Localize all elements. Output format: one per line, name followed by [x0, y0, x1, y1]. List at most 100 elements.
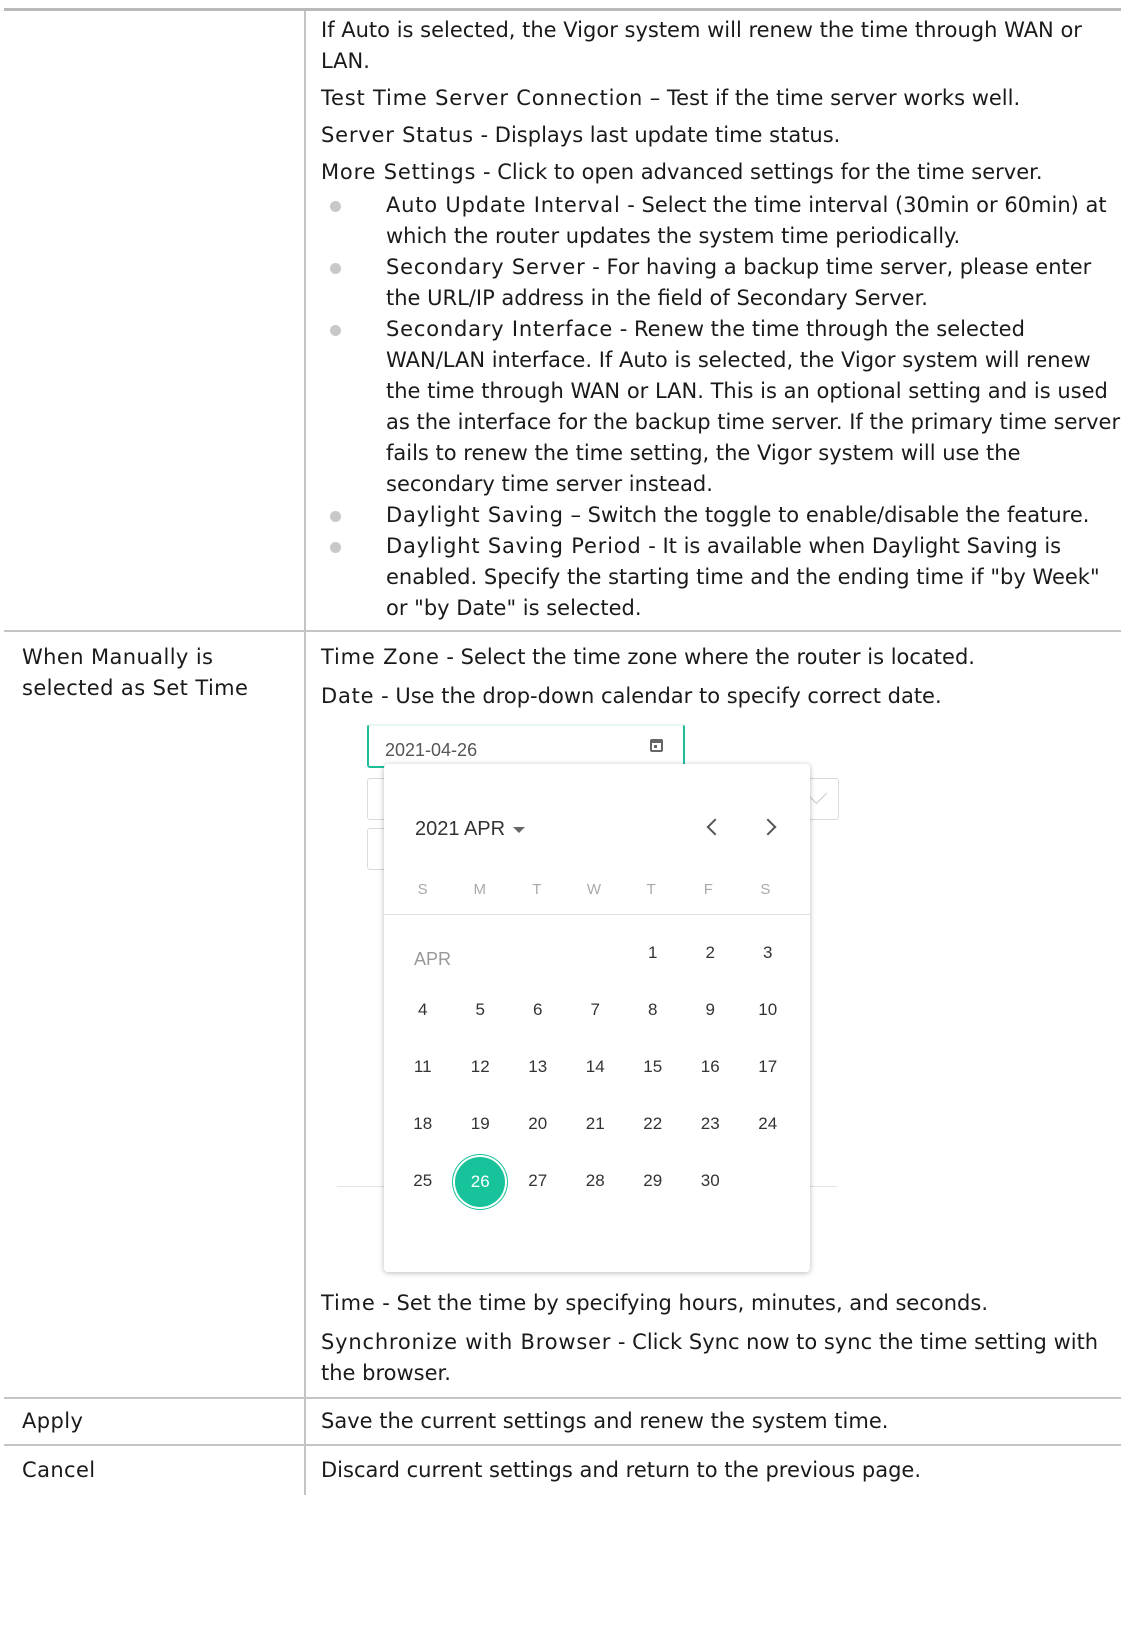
parameter-name: Apply	[4, 1399, 306, 1444]
day-number: 14	[585, 1057, 605, 1076]
parameter-description: Time Zone - Select the time zone where t…	[306, 632, 1121, 1397]
weekday-label: F	[703, 881, 713, 898]
day-number: 1	[648, 943, 658, 962]
calendar-day[interactable]: 24	[739, 1095, 797, 1152]
calendar-day[interactable]: 21	[567, 1095, 625, 1152]
description: - Renew the time through the selected WA…	[386, 317, 1121, 496]
day-number: 17	[758, 1057, 778, 1076]
month-selector[interactable]: 2021 APR	[415, 814, 526, 845]
day-number: 6	[533, 1000, 543, 1019]
day-number: 18	[413, 1114, 433, 1133]
calendar-day[interactable]: 19	[452, 1095, 510, 1152]
day-number: 22	[643, 1114, 663, 1133]
paragraph: Synchronize with Browser - Click Sync no…	[321, 1327, 1121, 1389]
calendar-day[interactable]: 30	[682, 1152, 740, 1209]
calendar-day-selected[interactable]: 26	[452, 1152, 510, 1209]
chevron-left-icon[interactable]	[702, 816, 724, 838]
term: Auto Update Interval	[386, 193, 621, 217]
day-number: 30	[700, 1171, 720, 1190]
date-picker-screenshot: 2021-04-26 2021 APR S M T W T F S APR 1 …	[327, 724, 847, 1276]
calendar-day[interactable]: 17	[739, 1038, 797, 1095]
day-number: 23	[700, 1114, 720, 1133]
calendar-day[interactable]: 7	[567, 981, 625, 1038]
table-row: Apply Save the current settings and rene…	[4, 1399, 1121, 1446]
day-number: 12	[470, 1057, 490, 1076]
calendar-day[interactable]: 10	[739, 981, 797, 1038]
calendar-day[interactable]: 13	[509, 1038, 567, 1095]
divider	[384, 914, 810, 915]
day-number: 5	[475, 1000, 485, 1019]
weekday-header: S M T W T F S	[394, 874, 794, 905]
calendar-day[interactable]: 22	[624, 1095, 682, 1152]
day-number: 24	[758, 1114, 778, 1133]
description: - Select the time zone where the router …	[439, 645, 975, 669]
day-number: 27	[528, 1171, 548, 1190]
bullet-icon	[330, 325, 341, 336]
paragraph: Time Zone - Select the time zone where t…	[321, 642, 1121, 673]
term: Secondary Interface	[386, 317, 614, 341]
calendar-day[interactable]: 4	[394, 981, 452, 1038]
calendar-day[interactable]: 14	[567, 1038, 625, 1095]
calendar-day[interactable]: 1	[624, 924, 682, 981]
calendar-day[interactable]: 28	[567, 1152, 625, 1209]
bullet-icon	[330, 511, 341, 522]
description: – Switch the toggle to enable/disable th…	[563, 503, 1090, 527]
day-number: 4	[418, 1000, 428, 1019]
parameter-name	[4, 11, 306, 630]
month-short-label: APR	[414, 949, 452, 969]
weekday-label: W	[586, 881, 602, 898]
paragraph: Server Status - Displays last update tim…	[321, 120, 1121, 151]
calendar-day[interactable]: 15	[624, 1038, 682, 1095]
term: Secondary Server	[386, 255, 586, 279]
month-label: 2021 APR	[415, 818, 506, 840]
list-item: Secondary Server - For having a backup t…	[321, 252, 1121, 314]
calendar-day[interactable]: 3	[739, 924, 797, 981]
calendar-day[interactable]: 25	[394, 1152, 452, 1209]
calendar-day[interactable]: 27	[509, 1152, 567, 1209]
calendar-day[interactable]: 2	[682, 924, 740, 981]
calendar-icon[interactable]	[650, 739, 663, 752]
calendar-day[interactable]: 11	[394, 1038, 452, 1095]
parameter-table: If Auto is selected, the Vigor system wi…	[4, 8, 1121, 1495]
caret-down-icon	[513, 826, 526, 833]
description: - Displays last update time status.	[473, 123, 841, 147]
bullet-icon	[330, 201, 341, 212]
day-number: 21	[585, 1114, 605, 1133]
calendar-day[interactable]: 6	[509, 981, 567, 1038]
day-number: 13	[528, 1057, 548, 1076]
term: Date	[321, 684, 375, 708]
day-number: 2	[705, 943, 715, 962]
calendar-popup: 2021 APR S M T W T F S APR 1 2 3 4 5 6 7 8 9 10 11…	[384, 764, 810, 1272]
date-value: 2021-04-26	[385, 740, 478, 760]
term: Time Zone	[321, 645, 440, 669]
bullet-icon	[330, 542, 341, 553]
list-item: Secondary Interface - Renew the time thr…	[321, 314, 1121, 500]
parameter-description: Save the current settings and renew the …	[321, 1409, 889, 1433]
calendar-day[interactable]: 12	[452, 1038, 510, 1095]
weekday-label: S	[760, 881, 771, 898]
day-number: 11	[413, 1057, 432, 1076]
term: Daylight Saving Period	[386, 534, 642, 558]
day-number: 19	[470, 1114, 490, 1133]
day-number: 29	[643, 1171, 663, 1190]
date-input[interactable]: 2021-04-26	[367, 724, 685, 768]
chevron-right-icon[interactable]	[760, 816, 782, 838]
parameter-name: Cancel	[4, 1446, 306, 1495]
calendar-day[interactable]: 9	[682, 981, 740, 1038]
day-number: 7	[590, 1000, 600, 1019]
description: - Use the drop-down calendar to specify …	[374, 684, 942, 708]
table-row: If Auto is selected, the Vigor system wi…	[4, 11, 1121, 632]
description: - Click to open advanced settings for th…	[476, 160, 1043, 184]
calendar-day[interactable]: 20	[509, 1095, 567, 1152]
calendar-day[interactable]: 23	[682, 1095, 740, 1152]
list-item: Daylight Saving – Switch the toggle to e…	[321, 500, 1121, 531]
day-number: 28	[585, 1171, 605, 1190]
calendar-day[interactable]: 8	[624, 981, 682, 1038]
calendar-day[interactable]: 29	[624, 1152, 682, 1209]
calendar-day[interactable]: 18	[394, 1095, 452, 1152]
term: Test Time Server Connection	[321, 86, 644, 110]
parameter-description: Discard current settings and return to t…	[321, 1458, 922, 1482]
calendar-day[interactable]: 16	[682, 1038, 740, 1095]
parameter-name: When Manually is selected as Set Time	[4, 632, 306, 1397]
calendar-day[interactable]: 5	[452, 981, 510, 1038]
